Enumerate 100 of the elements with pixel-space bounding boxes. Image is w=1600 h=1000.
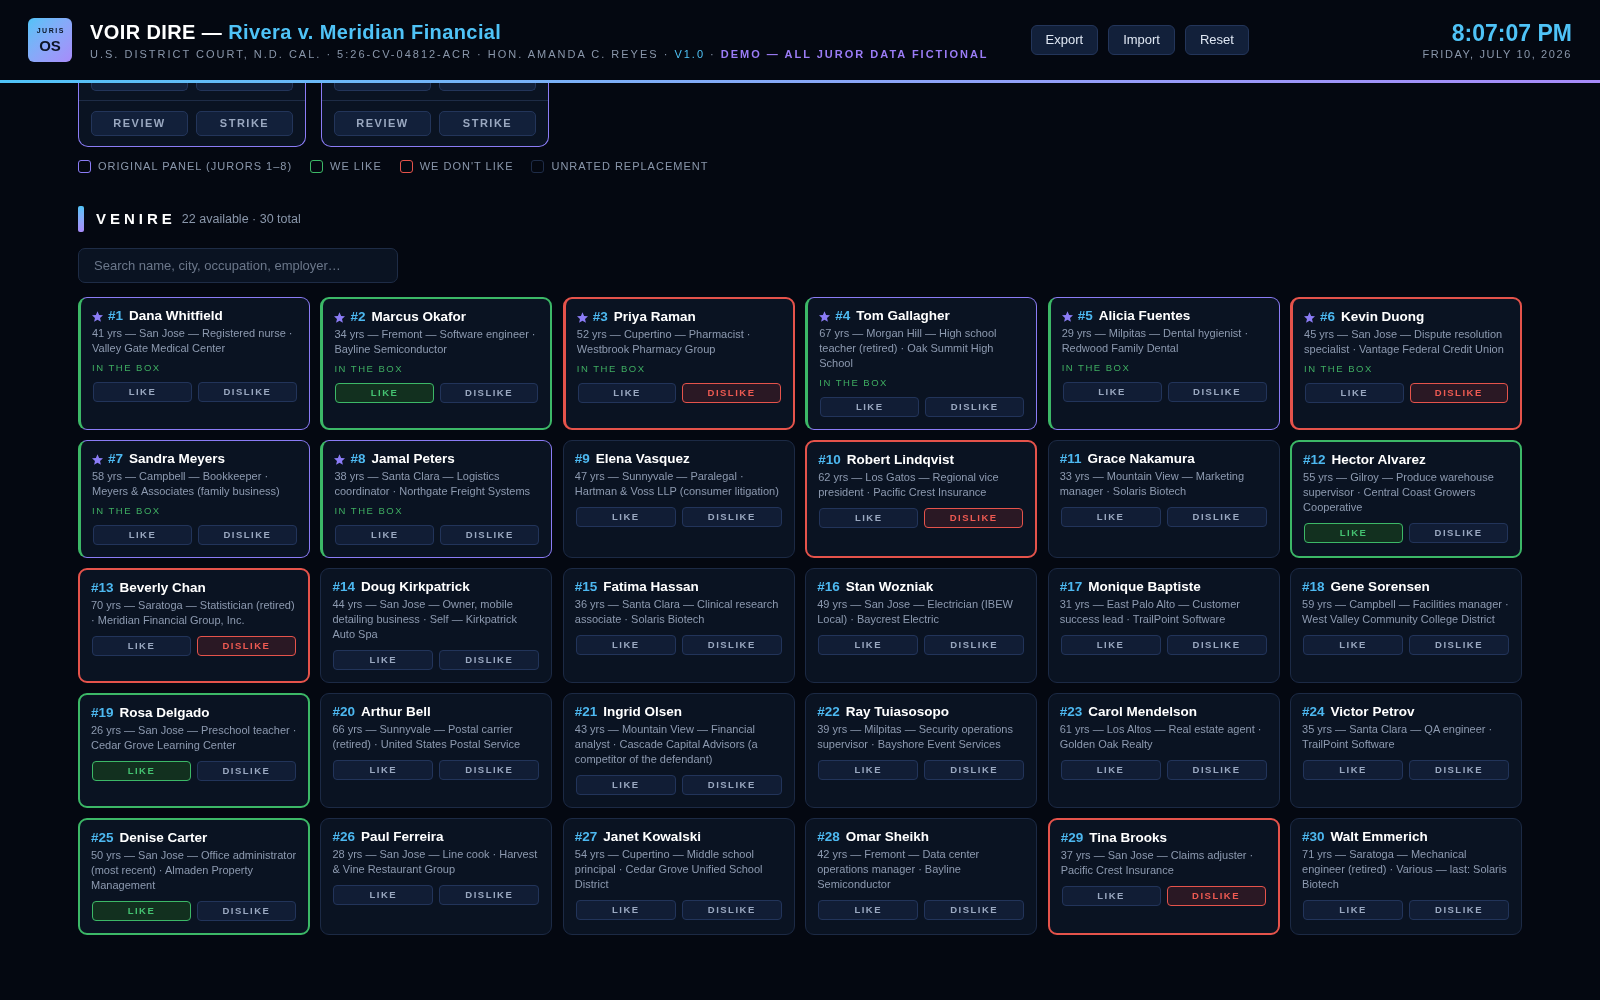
- like-button[interactable]: LIKE: [333, 650, 434, 670]
- like-button[interactable]: LIKE: [818, 900, 919, 920]
- status-label: IN THE BOX: [334, 505, 405, 517]
- dislike-button[interactable]: DISLIKE: [681, 635, 782, 655]
- like-button[interactable]: LIKE: [335, 525, 435, 545]
- like-button[interactable]: LIKE: [818, 760, 919, 780]
- like-button[interactable]: LIKE: [1303, 635, 1404, 655]
- search-field[interactable]: Search name, city, occupation, employer…: [78, 248, 398, 283]
- like-button[interactable]: LIKE: [1305, 383, 1404, 403]
- dislike-button[interactable]: DISLIKE: [1409, 900, 1509, 920]
- like-button[interactable]: LIKE: [1060, 507, 1161, 527]
- like-button[interactable]: LIKE: [93, 525, 192, 545]
- dislike-button[interactable]: DISLIKE: [196, 761, 296, 781]
- juror-name: Walt Emmerich: [1330, 828, 1428, 846]
- dislike-button[interactable]: DISLIKE: [1166, 886, 1266, 906]
- dislike-button[interactable]: DISLIKE: [924, 508, 1024, 528]
- like-button[interactable]: LIKE: [1304, 523, 1404, 543]
- status-label: IN THE BOX: [1061, 362, 1132, 374]
- dislike-button[interactable]: DISLIKE: [925, 397, 1025, 417]
- like-button[interactable]: LIKE: [92, 901, 191, 921]
- dislike-button[interactable]: DISLIKE: [439, 383, 539, 403]
- dislike-button[interactable]: DISLIKE: [681, 507, 782, 527]
- dislike-button[interactable]: DISLIKE: [440, 525, 540, 545]
- juror-name: Tom Gallagher: [856, 307, 950, 325]
- juror-number: #13: [91, 579, 114, 597]
- like-button[interactable]: LIKE: [818, 635, 919, 655]
- juror-name: Beverly Chan: [119, 579, 206, 597]
- dislike-button[interactable]: DISLIKE: [196, 901, 296, 921]
- like-button[interactable]: LIKE: [92, 636, 191, 656]
- dislike-button[interactable]: DISLIKE: [439, 885, 540, 905]
- dislike-button[interactable]: DISLIKE: [197, 382, 297, 402]
- juror-number: #22: [817, 703, 840, 721]
- dislike-button[interactable]: DISLIKE: [197, 525, 297, 545]
- status-label: IN THE BOX: [1304, 363, 1374, 375]
- juror-number: #19: [91, 704, 114, 722]
- dislike-button[interactable]: DISLIKE: [1409, 523, 1508, 543]
- like-button[interactable]: LIKE: [335, 383, 434, 403]
- section-title: VENIRE: [96, 210, 176, 228]
- dislike-button[interactable]: DISLIKE: [439, 650, 540, 670]
- like-button[interactable]: LIKE: [1303, 900, 1404, 920]
- juror-details: 70 yrs — Saratoga — Statistician (retired) · Meridian Financial Group, Inc.: [91, 598, 296, 628]
- juror-number: #30: [1302, 828, 1325, 846]
- dislike-button[interactable]: DISLIKE: [439, 760, 540, 780]
- dislike-button[interactable]: DISLIKE: [681, 900, 782, 920]
- juror-name: Rosa Delgado: [119, 704, 210, 722]
- panel-action-button[interactable]: REVIEW: [91, 111, 188, 136]
- like-button[interactable]: LIKE: [575, 507, 676, 527]
- dislike-button[interactable]: DISLIKE: [924, 900, 1025, 920]
- like-button[interactable]: LIKE: [92, 761, 191, 781]
- dislike-button[interactable]: DISLIKE: [924, 760, 1025, 780]
- juror-name: Elena Vasquez: [595, 450, 690, 468]
- like-button[interactable]: LIKE: [1062, 382, 1162, 402]
- juror-number: #5: [1077, 307, 1093, 325]
- dislike-button[interactable]: DISLIKE: [682, 383, 781, 403]
- juror-name: Priya Raman: [613, 308, 696, 326]
- juror-details: 71 yrs — Saratoga — Mechanical engineer (retired) · Various — last: Solaris Biotech: [1302, 847, 1508, 892]
- dislike-button[interactable]: DISLIKE: [1409, 383, 1508, 403]
- legend-label: WE DON'T LIKE: [419, 159, 514, 173]
- like-button[interactable]: LIKE: [819, 508, 919, 528]
- dislike-button[interactable]: DISLIKE: [1166, 507, 1267, 527]
- juror-details: 37 yrs — San Jose — Claims adjuster · Pacific Crest Insurance: [1060, 848, 1255, 878]
- juror-number: #25: [91, 829, 114, 847]
- dislike-button[interactable]: DISLIKE: [1409, 760, 1509, 780]
- like-button[interactable]: LIKE: [1061, 886, 1161, 906]
- dislike-button[interactable]: DISLIKE: [681, 775, 782, 795]
- status-label: IN THE BOX: [334, 363, 405, 375]
- toolbar-button[interactable]: Reset: [1184, 25, 1249, 55]
- dislike-button[interactable]: DISLIKE: [1166, 635, 1267, 655]
- like-button[interactable]: LIKE: [575, 900, 676, 920]
- juror-name: Doug Kirkpatrick: [360, 578, 470, 596]
- like-button[interactable]: LIKE: [93, 382, 192, 402]
- like-button[interactable]: LIKE: [1060, 760, 1161, 780]
- clock-time: 8:07:07 PM: [1451, 20, 1572, 46]
- juror-details: 59 yrs — Campbell — Facilities manager · West Valley Community College District: [1302, 597, 1510, 627]
- like-button[interactable]: LIKE: [333, 885, 434, 905]
- like-button[interactable]: LIKE: [575, 635, 676, 655]
- clock-date: FRIDAY, JULY 10, 2026: [1422, 47, 1572, 61]
- juror-details: 52 yrs — Cupertino — Pharmacist · Westbrook Pharmacy Group: [576, 327, 752, 357]
- app-title: VOIR DIRE — Rivera v. Meridian Financial: [90, 19, 503, 44]
- juror-details: 50 yrs — San Jose — Office administrator (most recent) · Almaden Property Management: [91, 848, 297, 893]
- juror-number: #2: [350, 308, 366, 326]
- dislike-button[interactable]: DISLIKE: [1166, 760, 1267, 780]
- panel-action-button[interactable]: STRIKE: [196, 111, 293, 136]
- like-button[interactable]: LIKE: [1303, 760, 1404, 780]
- dislike-button[interactable]: DISLIKE: [1167, 382, 1267, 402]
- like-button[interactable]: LIKE: [575, 775, 676, 795]
- juror-details: 54 yrs — Cupertino — Middle school principal · Cedar Grove Unified School District: [574, 847, 764, 892]
- dislike-button[interactable]: DISLIKE: [924, 635, 1025, 655]
- toolbar-button[interactable]: Import: [1108, 25, 1175, 55]
- dislike-button[interactable]: DISLIKE: [196, 636, 296, 656]
- dislike-button[interactable]: DISLIKE: [1409, 635, 1509, 655]
- like-button[interactable]: LIKE: [577, 383, 677, 403]
- juror-name: Victor Petrov: [1330, 703, 1415, 721]
- like-button[interactable]: LIKE: [333, 760, 434, 780]
- toolbar-button[interactable]: Export: [1030, 25, 1099, 55]
- like-button[interactable]: LIKE: [820, 397, 920, 417]
- panel-action-button[interactable]: STRIKE: [439, 111, 536, 136]
- panel-action-button[interactable]: REVIEW: [334, 111, 431, 136]
- case-subtitle: U.S. DISTRICT COURT, N.D. CAL. · 5:26-CV-04812-ACR · HON. AMANDA C. REYES · V1.0 · DEMO — ALL JUROR DATA FICTIONAL: [90, 46, 989, 61]
- like-button[interactable]: LIKE: [1060, 635, 1161, 655]
